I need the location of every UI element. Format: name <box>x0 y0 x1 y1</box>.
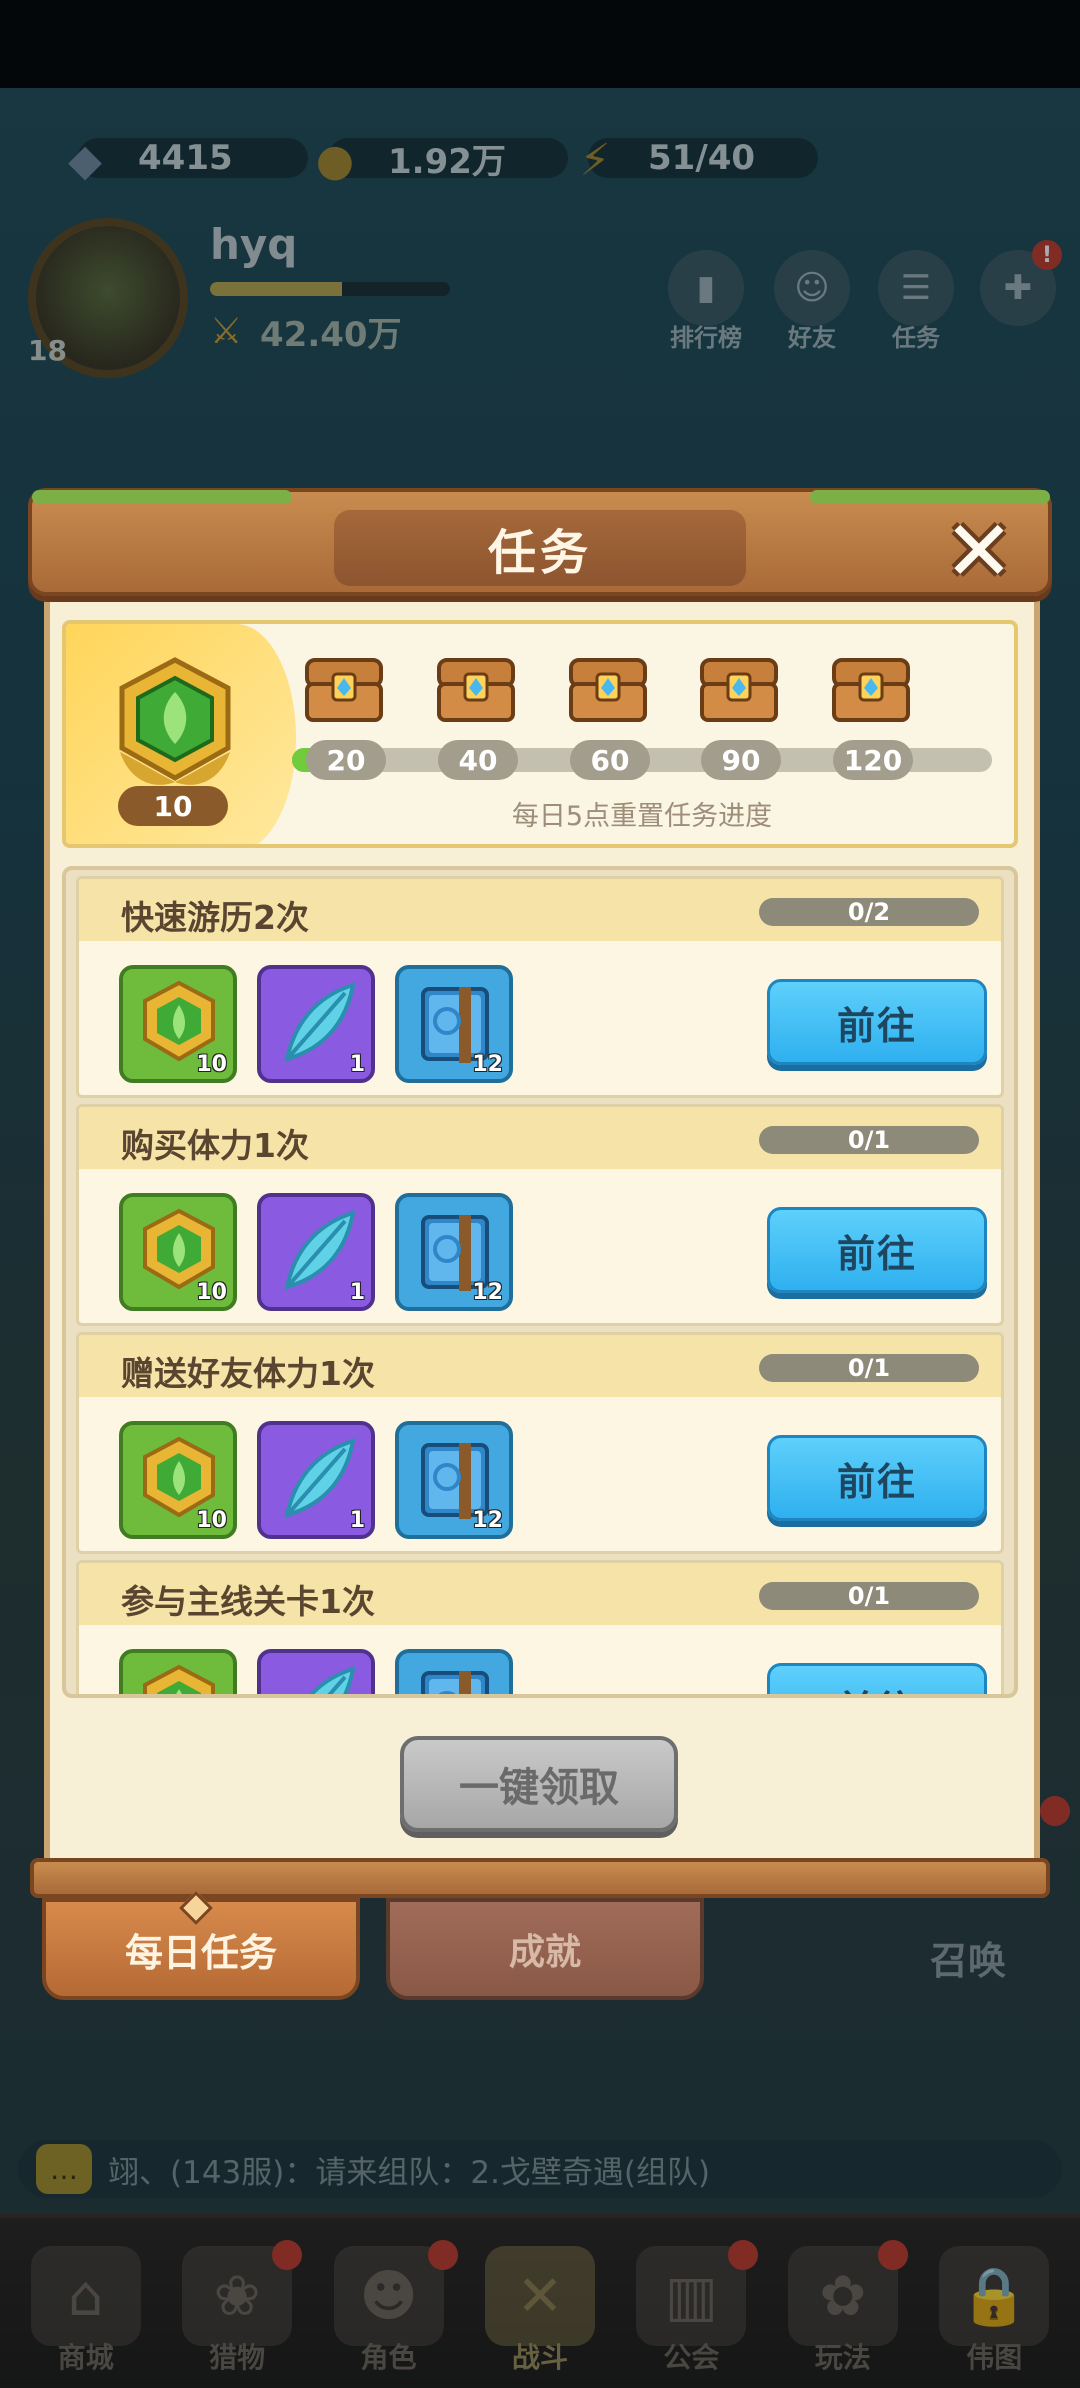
activity-badge-reward[interactable]: 10 <box>119 1193 237 1311</box>
treasure-chest-icon[interactable] <box>567 654 649 724</box>
milestone-label: 60 <box>570 740 650 780</box>
milestone-label: 20 <box>306 740 386 780</box>
go-button[interactable]: 前往 <box>767 1435 987 1521</box>
skill-book-reward[interactable] <box>395 1649 513 1694</box>
activity-badge-reward[interactable] <box>119 1649 237 1694</box>
reward-count: 12 <box>472 1508 503 1533</box>
treasure-chest-icon[interactable] <box>698 654 780 724</box>
task-title: 参与主线关卡1次 <box>121 1582 375 1621</box>
task-row: 购买体力1次 0/1 10 1 12 前往 <box>76 1104 1004 1326</box>
task-row: 快速游历2次 0/2 10 1 12 前往 <box>76 876 1004 1098</box>
treasure-chest-icon[interactable] <box>830 654 912 724</box>
skill-book-reward[interactable]: 12 <box>395 1421 513 1539</box>
panel-title: 任务 <box>334 510 746 586</box>
task-title: 购买体力1次 <box>121 1126 309 1165</box>
reward-count: 1 <box>349 1508 365 1533</box>
feather-reward[interactable]: 1 <box>257 1193 375 1311</box>
reward-count: 1 <box>349 1280 365 1305</box>
activity-points: 10 <box>118 786 228 826</box>
task-row: 参与主线关卡1次 0/1 前往 <box>76 1560 1004 1694</box>
milestone-label: 40 <box>438 740 518 780</box>
go-button[interactable]: 前往 <box>767 1663 987 1694</box>
treasure-chest-icon[interactable] <box>303 654 385 724</box>
milestone-label: 120 <box>833 740 913 780</box>
reward-count: 10 <box>196 1508 227 1533</box>
reward-count: 12 <box>472 1052 503 1077</box>
task-list[interactable]: 快速游历2次 0/2 10 1 12 前往 购买体力1次 0/1 10 1 12 前往 赠送好友体力1次… <box>62 866 1018 1698</box>
activity-progress-card: 10 20 40 60 90 120 每日5点重置任务进度 <box>62 620 1018 848</box>
tab-achievements[interactable]: 成就 <box>386 1898 704 2000</box>
feather-reward[interactable]: 1 <box>257 1421 375 1539</box>
close-button[interactable]: ✕ <box>938 502 1020 600</box>
go-button[interactable]: 前往 <box>767 1207 987 1293</box>
activity-badge-icon <box>119 657 231 785</box>
skill-book-reward[interactable]: 12 <box>395 965 513 1083</box>
claim-all-button[interactable]: 一键领取 <box>400 1736 678 1832</box>
activity-badge-reward[interactable]: 10 <box>119 1421 237 1539</box>
reward-count: 10 <box>196 1052 227 1077</box>
feather-reward[interactable] <box>257 1649 375 1694</box>
activity-badge-reward[interactable]: 10 <box>119 965 237 1083</box>
task-row: 赠送好友体力1次 0/1 10 1 12 前往 <box>76 1332 1004 1554</box>
task-progress: 0/1 <box>759 1126 979 1154</box>
feather-reward[interactable]: 1 <box>257 965 375 1083</box>
grass-decoration <box>32 490 292 504</box>
go-button[interactable]: 前往 <box>767 979 987 1065</box>
task-title: 赠送好友体力1次 <box>121 1354 375 1393</box>
treasure-chest-icon[interactable] <box>435 654 517 724</box>
panel-footer <box>30 1858 1050 1898</box>
task-progress: 0/1 <box>759 1582 979 1610</box>
task-title: 快速游历2次 <box>121 898 309 937</box>
skill-book-reward[interactable]: 12 <box>395 1193 513 1311</box>
reward-count: 10 <box>196 1280 227 1305</box>
task-progress: 0/2 <box>759 898 979 926</box>
reward-count: 12 <box>472 1280 503 1305</box>
milestone-label: 90 <box>701 740 781 780</box>
task-progress: 0/1 <box>759 1354 979 1382</box>
reward-count: 1 <box>349 1052 365 1077</box>
reset-note: 每日5点重置任务进度 <box>511 801 773 832</box>
